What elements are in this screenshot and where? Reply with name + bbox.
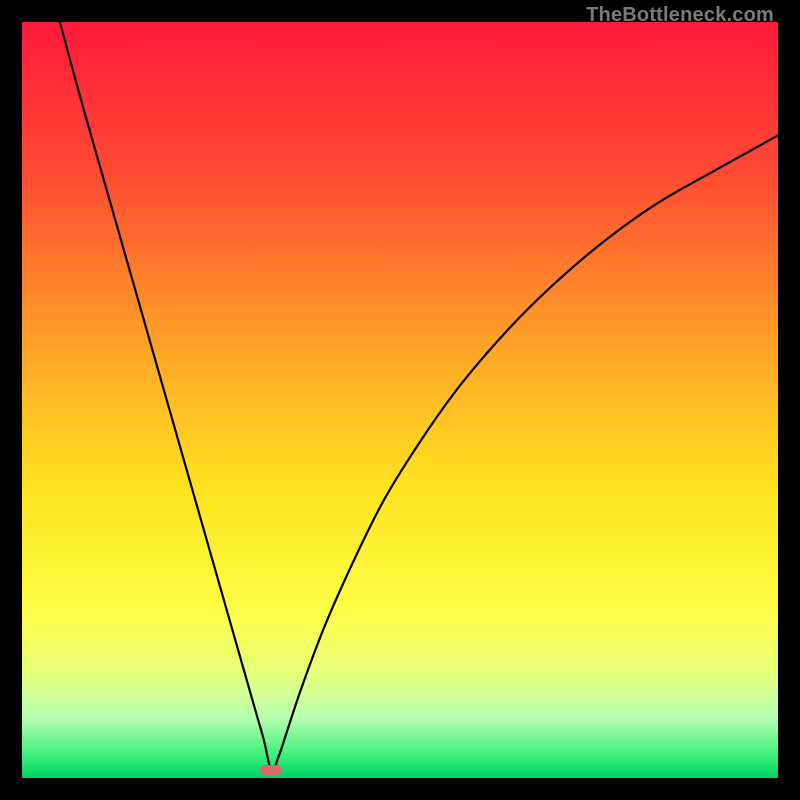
chart-background: [22, 22, 778, 778]
optimal-point-marker: [260, 765, 282, 775]
chart-svg: [22, 22, 778, 778]
chart-frame: [22, 22, 778, 778]
